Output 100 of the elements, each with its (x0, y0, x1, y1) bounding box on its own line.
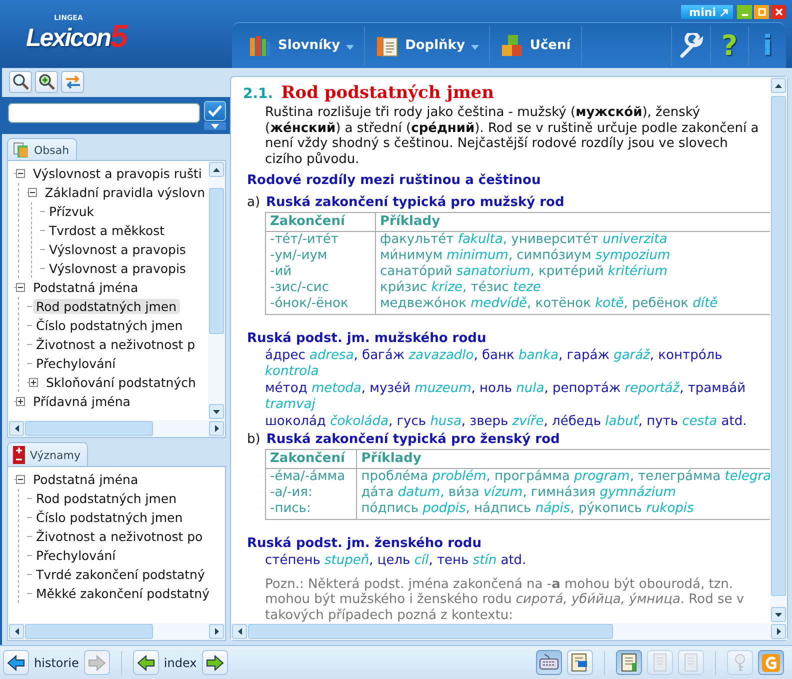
example-line: сте́пень stupeň, цель cíl, тень stín atd. (265, 553, 528, 568)
table-cell: -е́ма/-а́мма (266, 468, 357, 484)
check-icon (208, 105, 222, 117)
intro-paragraph: Ruština rozlišuje tři rody jako čeština - mužský (мужско́й), ženský (же́нский) a střední (сре́дний). Rod se v ruštině určuje podle zakončení a není vždy shodný s češtinou. Nejčastější rodové rozdíly jsou ve slovech cizího původu. (265, 105, 760, 167)
toolbar-button[interactable] (616, 650, 642, 675)
table-cell: -ум/-иум (266, 248, 376, 264)
tree-item[interactable]: Tvrdost a měkkost (46, 223, 168, 238)
table-cell: пробле́ма problém, програ́мма program, телегра́мма telegra (356, 468, 770, 484)
left-arrow-icon (136, 654, 155, 670)
forward-button[interactable] (202, 650, 228, 675)
swap-arrows-icon (64, 73, 82, 91)
table-cell: -о́нок/-ёнок (266, 296, 376, 314)
tree-toggle[interactable] (29, 378, 38, 387)
tree-item[interactable]: Číslo podstatných jmen (33, 510, 186, 525)
tree-item[interactable]: Výslovnost a pravopis rušti (30, 166, 205, 181)
tree-item[interactable]: Základní pravidla výslovn (42, 185, 208, 200)
horizontal-scrollbar[interactable] (8, 420, 225, 437)
scroll-right-icon (214, 425, 218, 432)
tree-item[interactable]: Přechylování (33, 548, 119, 563)
section-number: 2.1. (243, 87, 274, 102)
wrench-icon (678, 32, 704, 58)
table-cell: -те́т/-ите́т (266, 231, 376, 248)
table-cell: санато́рий sanatorium, крите́рий kritérium (376, 264, 770, 280)
search-button[interactable] (9, 71, 32, 93)
scroll-right-icon (776, 628, 780, 635)
nav-label: index (164, 656, 197, 670)
column-header: Zakončení (266, 450, 357, 468)
scroll-left-icon (238, 628, 242, 635)
table-cell: кри́зис krize, те́зис teze (376, 280, 770, 296)
logo-text: Lexicon (26, 26, 110, 50)
right-arrow-icon (206, 654, 224, 670)
table-cell: факульте́т fakulta, университе́т univerzita (376, 231, 770, 248)
expand-collapse-icon (13, 446, 25, 464)
tree-item[interactable]: Životnost a neživotnost po (33, 529, 206, 544)
tree-item[interactable]: Přechylování (33, 356, 119, 371)
toolbar-button[interactable] (536, 650, 562, 675)
pages-icon (13, 142, 29, 158)
table-cell: -пись: (266, 500, 357, 519)
horizontal-scrollbar[interactable] (231, 623, 787, 640)
menu-item[interactable]: Slovníky (238, 26, 366, 66)
maximize-icon (758, 8, 766, 16)
scroll-up-icon (775, 84, 782, 88)
group-heading: Ruská podst. jm. mužského rodu (247, 330, 488, 346)
tree-item[interactable]: Tvrdé zakončení podstatný (33, 567, 208, 582)
tree-item[interactable]: Rod podstatných jmen (33, 299, 180, 314)
column-header: Příklady (356, 450, 770, 468)
subsection-heading: Ruská zakončení typická pro ženský rod (266, 432, 560, 447)
scroll-down-icon (213, 410, 220, 414)
zoom-in-icon (38, 73, 56, 91)
tree-toggle[interactable] (16, 397, 25, 406)
left-arrow-icon (7, 654, 25, 670)
tree-toggle[interactable] (16, 283, 25, 292)
tree-item[interactable]: Životnost a neživotnost p (33, 337, 198, 352)
tree-item[interactable]: Podstatná jména (30, 472, 142, 487)
keyboard-icon (539, 652, 559, 672)
tree-item[interactable]: Přízvuk (46, 204, 98, 219)
tree-item[interactable]: Měkké zakončení podstatný (33, 586, 212, 601)
list-letter: b) (247, 432, 260, 447)
tree-item[interactable]: Přídavná jména (30, 394, 134, 409)
vertical-scrollbar[interactable] (770, 77, 787, 623)
vertical-scrollbar[interactable] (208, 161, 225, 420)
books-icon (248, 34, 272, 58)
menu-item[interactable]: Doplňky (365, 26, 490, 66)
notebook-icon (619, 652, 639, 672)
tree-item[interactable]: Rod podstatných jmen (33, 491, 180, 506)
tree-item[interactable]: Výslovnost a pravopis (46, 242, 189, 257)
group-heading: Ruská podst. jm. ženského rodu (247, 536, 482, 551)
horizontal-scrollbar[interactable] (8, 623, 225, 640)
close-button[interactable] (771, 5, 786, 19)
zoom-in-button[interactable] (35, 71, 58, 93)
scroll-up-icon (213, 168, 220, 172)
swap-button[interactable] (61, 71, 84, 93)
scroll-right-icon (214, 628, 218, 635)
tree-item[interactable]: Podstatná jména (30, 280, 142, 295)
pin-icon (720, 8, 729, 16)
menu-item[interactable]: Učení (490, 26, 582, 66)
tree-toggle[interactable] (16, 169, 25, 178)
list-letter: a) (247, 194, 260, 210)
caret-icon (211, 124, 219, 128)
table-cell: -а/-ия: (266, 484, 357, 500)
tree-item[interactable]: Číslo podstatných jmen (33, 318, 186, 333)
confirm-button[interactable] (204, 101, 226, 121)
g-letter-icon (761, 652, 781, 672)
tree-item[interactable]: Skloňování podstatných (43, 375, 199, 390)
tree-item[interactable]: Výslovnost a pravopis (46, 261, 189, 276)
back-button[interactable] (132, 650, 159, 675)
dropdown-button[interactable] (204, 122, 226, 130)
logo-version-text: 5 (110, 22, 128, 50)
tree-toggle[interactable] (28, 188, 37, 197)
panel-tab[interactable]: Obsah (7, 138, 78, 160)
back-button[interactable] (3, 650, 29, 675)
note-text: Pozn.: Některá podst. jména zakončená na -a mohou být obourodá, tzn. mohou být mužského i ženského rodu сирота́, уби́йца, у́мница. Rod se v takových případech pozná z kontextu: (265, 576, 746, 623)
tree-toggle[interactable] (16, 475, 25, 484)
search-field[interactable] (8, 103, 200, 123)
toolbar-button[interactable] (758, 650, 784, 675)
table-cell: ми́нимум minimum, симпо́зиум sympozium (376, 248, 770, 264)
panel-tab[interactable]: Významy (7, 442, 88, 466)
scroll-left-icon (14, 628, 18, 635)
toolbar-button[interactable] (567, 650, 593, 675)
book-icon (570, 652, 590, 672)
